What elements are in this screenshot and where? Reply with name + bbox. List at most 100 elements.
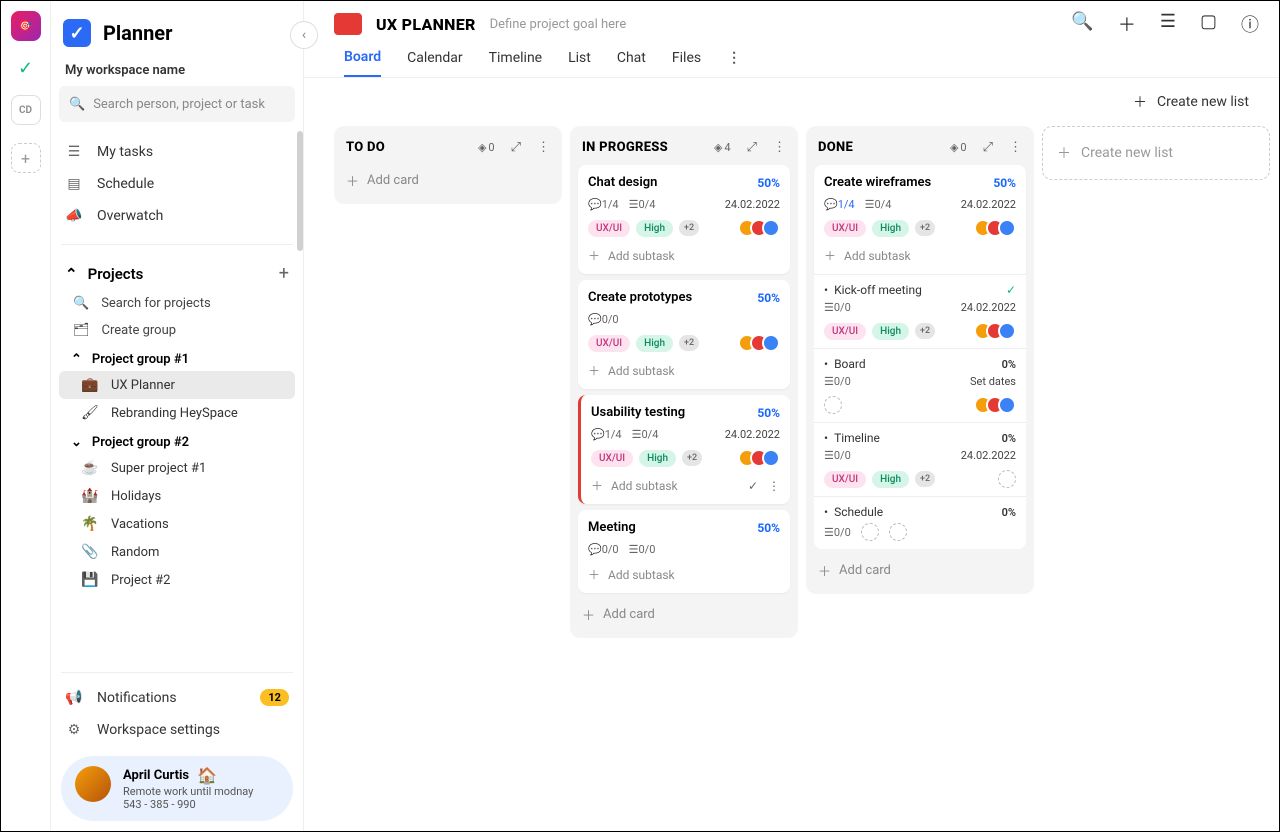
subtask-schedule[interactable]: Schedule0% ☰0/0 bbox=[814, 496, 1026, 549]
overwatch-icon: 📣 bbox=[65, 208, 83, 224]
card-menu-button[interactable]: ⋮ bbox=[768, 479, 780, 493]
chevron-up-icon[interactable]: ⌃ bbox=[65, 265, 78, 283]
card-wireframes[interactable]: Create wireframes50% 💬1/4☰0/424.02.2022 … bbox=[814, 165, 1026, 274]
add-card-button[interactable]: ＋Add card bbox=[342, 165, 554, 196]
nav-settings[interactable]: ⚙Workspace settings bbox=[51, 714, 303, 746]
project-2[interactable]: 💾Project #2 bbox=[51, 566, 303, 594]
add-button[interactable]: ＋ bbox=[1118, 11, 1136, 37]
card-create-prototypes[interactable]: Create prototypes50% 💬0/0 UX/UIHigh+2 ＋A… bbox=[578, 280, 790, 389]
add-subtask-button[interactable]: ＋Add subtask bbox=[588, 247, 780, 264]
project-group-1[interactable]: ⌃Project group #1 bbox=[51, 344, 303, 371]
card-meeting[interactable]: Meeting50% 💬0/0☰0/0 ＋Add subtask bbox=[578, 510, 790, 593]
column-menu-button[interactable]: ⋮ bbox=[1009, 140, 1022, 155]
project-ux-planner[interactable]: 💼UX Planner bbox=[59, 371, 295, 399]
project-holidays[interactable]: 🏰Holidays bbox=[51, 482, 303, 510]
search-button[interactable]: 🔍 bbox=[1071, 11, 1093, 37]
project-goal-input[interactable]: Define project goal here bbox=[490, 17, 627, 32]
nav-my-tasks[interactable]: ☰My tasks bbox=[51, 136, 303, 168]
projects-label: Projects bbox=[88, 265, 144, 283]
user-phone: 543 - 385 - 990 bbox=[123, 798, 253, 811]
plus-icon: ＋ bbox=[588, 247, 600, 264]
topbar: UX PLANNER Define project goal here 🔍 ＋ … bbox=[304, 1, 1279, 37]
column-menu-button[interactable]: ⋮ bbox=[773, 140, 786, 155]
user-name: April Curtis bbox=[123, 768, 189, 783]
sidebar: ✓ Planner My workspace name 🔍 Search per… bbox=[51, 1, 304, 831]
column-title: DONE bbox=[818, 140, 853, 155]
subtask-kickoff[interactable]: Kick-off meeting✓ ☰0/024.02.2022 UX/UIHi… bbox=[814, 274, 1026, 348]
nav-schedule[interactable]: ▤Schedule bbox=[51, 168, 303, 200]
subtask-timeline[interactable]: Timeline0% ☰0/024.02.2022 UX/UIHigh+2 bbox=[814, 422, 1026, 496]
column-todo: TO DO ◈0 ⤢ ⋮ ＋Add card bbox=[334, 126, 562, 204]
add-subtask-button[interactable]: ＋Add subtask bbox=[824, 247, 1016, 264]
collapse-icon[interactable]: ⤢ bbox=[511, 140, 521, 155]
folder-icon: 🗂 bbox=[73, 323, 90, 338]
search-icon: 🔍 bbox=[69, 97, 85, 112]
project-random[interactable]: 📎Random bbox=[51, 538, 303, 566]
add-project-button[interactable]: + bbox=[279, 263, 289, 284]
sidebar-collapse-button[interactable]: ‹ bbox=[290, 21, 318, 49]
info-button[interactable]: ⓘ bbox=[1241, 11, 1259, 37]
assignees bbox=[744, 219, 780, 237]
tab-calendar[interactable]: Calendar bbox=[407, 50, 463, 76]
workspace-name: My workspace name bbox=[51, 53, 303, 86]
search-input[interactable]: 🔍 Search person, project or task bbox=[59, 86, 295, 122]
search-icon: 🔍 bbox=[73, 296, 89, 311]
column-menu-button[interactable]: ⋮ bbox=[537, 140, 550, 155]
column-count: ◈0 bbox=[478, 141, 495, 154]
add-card-button[interactable]: ＋Add card bbox=[578, 599, 790, 630]
gear-icon: ⚙ bbox=[65, 722, 83, 738]
search-projects-link[interactable]: 🔍Search for projects bbox=[51, 290, 303, 317]
subtask-board[interactable]: Board0% ☰0/0Set dates bbox=[814, 348, 1026, 422]
nav-overwatch[interactable]: 📣Overwatch bbox=[51, 200, 303, 232]
add-subtask-button[interactable]: ＋Add subtask bbox=[588, 362, 780, 379]
tab-chat[interactable]: Chat bbox=[617, 50, 646, 76]
tab-list[interactable]: List bbox=[568, 50, 591, 76]
assignee-placeholder-icon[interactable] bbox=[998, 470, 1016, 488]
app-name: Planner bbox=[103, 21, 172, 45]
plus-icon: ＋ bbox=[818, 561, 831, 580]
checklist-count: ☰0/4 bbox=[629, 198, 656, 211]
create-new-list-column[interactable]: ＋ Create new list bbox=[1042, 126, 1270, 180]
brush-icon: 🖌 bbox=[81, 405, 99, 421]
rail-workspace-badge[interactable]: CD bbox=[11, 95, 41, 125]
create-list-button[interactable]: ＋Create new list bbox=[1133, 92, 1249, 112]
main-area: ‹ UX PLANNER Define project goal here 🔍 … bbox=[304, 1, 1279, 831]
filter-button[interactable]: ☰ bbox=[1160, 11, 1176, 37]
project-vacations[interactable]: 🌴Vacations bbox=[51, 510, 303, 538]
project-super[interactable]: ☕Super project #1 bbox=[51, 454, 303, 482]
tab-more-button[interactable]: ⋮ bbox=[727, 50, 741, 76]
project-group-2[interactable]: ⌄Project group #2 bbox=[51, 427, 303, 454]
megaphone-icon: 📢 bbox=[65, 690, 83, 706]
card-usability-testing[interactable]: Usability testing50% 💬1/4☰0/424.02.2022 … bbox=[578, 395, 790, 504]
tab-timeline[interactable]: Timeline bbox=[489, 50, 542, 76]
add-card-button[interactable]: ＋Add card bbox=[814, 555, 1026, 586]
tab-files[interactable]: Files bbox=[672, 50, 701, 76]
add-subtask-button[interactable]: ＋Add subtask✓⋮ bbox=[591, 477, 780, 494]
column-done: DONE ◈0 ⤢ ⋮ Create wireframes50% 💬1/4☰0/… bbox=[806, 126, 1034, 594]
tab-board[interactable]: Board bbox=[344, 49, 381, 77]
column-title: TO DO bbox=[346, 140, 385, 155]
nav-notifications[interactable]: 📢 Notifications 12 bbox=[51, 681, 303, 714]
tag-placeholder-icon bbox=[861, 523, 879, 541]
collapse-icon[interactable]: ⤢ bbox=[747, 140, 757, 155]
tag-high: High bbox=[636, 220, 673, 237]
create-group-link[interactable]: 🗂Create group bbox=[51, 317, 303, 344]
castle-icon: 🏰 bbox=[81, 488, 99, 504]
search-placeholder: Search person, project or task bbox=[93, 97, 265, 112]
plus-icon: ＋ bbox=[588, 566, 600, 583]
add-subtask-button[interactable]: ＋Add subtask bbox=[588, 566, 780, 583]
save-icon: 💾 bbox=[81, 572, 99, 588]
user-card[interactable]: April Curtis🏠 Remote work until modnay 5… bbox=[61, 756, 293, 821]
project-rebranding[interactable]: 🖌Rebranding HeySpace bbox=[51, 399, 303, 427]
avatar bbox=[75, 766, 111, 802]
sidebar-scrollbar[interactable] bbox=[297, 131, 303, 251]
rail-add-button[interactable]: + bbox=[11, 143, 41, 173]
card-chat-design[interactable]: Chat design50% 💬1/4☰0/424.02.2022 UX/UIH… bbox=[578, 165, 790, 274]
collapse-icon[interactable]: ⤢ bbox=[983, 140, 993, 155]
rail-app-icon[interactable]: 🎯 bbox=[11, 11, 41, 41]
check-icon[interactable]: ✓ bbox=[748, 479, 758, 493]
tag-ux: UX/UI bbox=[588, 220, 630, 237]
rail-check-icon[interactable]: ✓ bbox=[11, 53, 41, 83]
video-button[interactable]: ▢ bbox=[1200, 11, 1217, 37]
plus-icon: ＋ bbox=[588, 362, 600, 379]
